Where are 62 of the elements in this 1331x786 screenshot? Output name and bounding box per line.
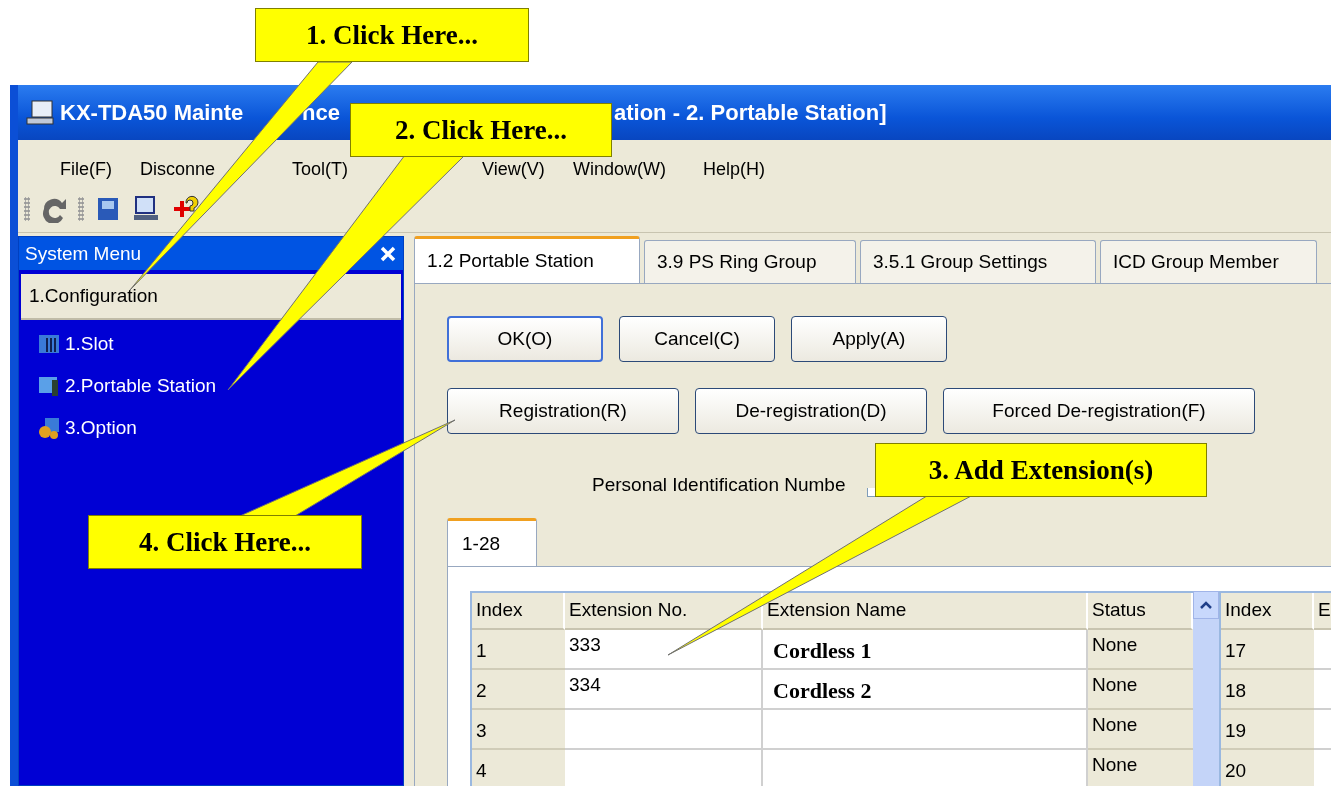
tab[interactable]: 1.2 Portable Station	[414, 236, 640, 283]
tab[interactable]: 1-28	[447, 518, 537, 566]
table-cell: 17	[1221, 630, 1314, 670]
scrollbar[interactable]	[1193, 591, 1219, 786]
table-cell: 1	[472, 630, 565, 670]
table-cell: None	[1088, 670, 1193, 710]
computer-icon	[26, 99, 54, 126]
menu-item[interactable]: Disconne	[140, 159, 216, 180]
table-cell[interactable]: Cordless 1	[763, 630, 1088, 670]
chevron-up-icon	[1199, 600, 1213, 610]
window-title: nce	[302, 99, 341, 126]
table-cell: 19	[1221, 710, 1314, 750]
column-header: Status	[1088, 593, 1193, 630]
table-cell: 18	[1221, 670, 1314, 710]
callout-label: 3. Add Extension(s)	[875, 443, 1207, 497]
dialog-button[interactable]: Cancel(C)	[619, 316, 775, 362]
table-cell: 20	[1221, 750, 1314, 786]
gears-icon	[37, 416, 61, 440]
table-cell[interactable]: Cordless 2	[763, 670, 1088, 710]
rack-icon	[37, 332, 61, 356]
menu-item[interactable]: Window(W)	[573, 159, 666, 180]
panel-title: System Menu	[25, 242, 142, 265]
column-header: Extension No.	[565, 593, 763, 630]
table-cell: None	[1088, 630, 1193, 670]
menu-item[interactable]: View(V)	[482, 159, 545, 180]
tab[interactable]: 3.9 PS Ring Group	[644, 240, 856, 283]
callout-label: 2. Click Here...	[350, 103, 612, 157]
action-button[interactable]: Forced De-registration(F)	[943, 388, 1255, 434]
sidebar-item[interactable]: 3.Option	[19, 407, 403, 449]
table-cell[interactable]: 334	[565, 670, 763, 710]
table-cell[interactable]	[565, 710, 763, 750]
sidebar-item[interactable]: 1.Slot	[19, 323, 403, 365]
table-cell: 3	[472, 710, 565, 750]
monitor-icon[interactable]	[132, 194, 160, 223]
tab[interactable]: ICD Group Member	[1100, 240, 1317, 283]
action-button[interactable]: De-registration(D)	[695, 388, 927, 434]
table-cell[interactable]	[763, 710, 1088, 750]
scroll-up-button[interactable]	[1193, 591, 1219, 619]
menu-item[interactable]: File(F)	[60, 159, 112, 180]
column-header: Index	[472, 593, 565, 630]
field-label: Personal Identification Numbe	[592, 474, 846, 496]
table-cell: None	[1088, 710, 1193, 750]
column-header: Index	[1221, 593, 1314, 630]
tab[interactable]: 3.5.1 Group Settings	[860, 240, 1096, 283]
window-title: ation - 2. Portable Station]	[614, 99, 887, 126]
menu-item[interactable]: Help(H)	[703, 159, 765, 180]
column-header: E	[1314, 593, 1331, 630]
table-cell: None	[1088, 750, 1193, 786]
table-cell: 4	[472, 750, 565, 786]
group-header[interactable]: 1.Configuration	[21, 274, 401, 320]
callout-label: 4. Click Here...	[88, 515, 362, 569]
window-title: KX-TDA50 Mainte	[60, 99, 245, 126]
callout-label: 1. Click Here...	[255, 8, 529, 62]
table-cell: 2	[472, 670, 565, 710]
close-icon[interactable]	[379, 244, 397, 263]
menu-item[interactable]: Tool(T)	[292, 159, 348, 180]
sidebar-item[interactable]: 2.Portable Station	[19, 365, 403, 407]
phone-icon	[37, 374, 61, 398]
dialog-button[interactable]: OK(O)	[447, 316, 603, 362]
action-button[interactable]: Registration(R)	[447, 388, 679, 434]
column-header: Extension Name	[763, 593, 1088, 630]
dialog-button[interactable]: Apply(A)	[791, 316, 947, 362]
